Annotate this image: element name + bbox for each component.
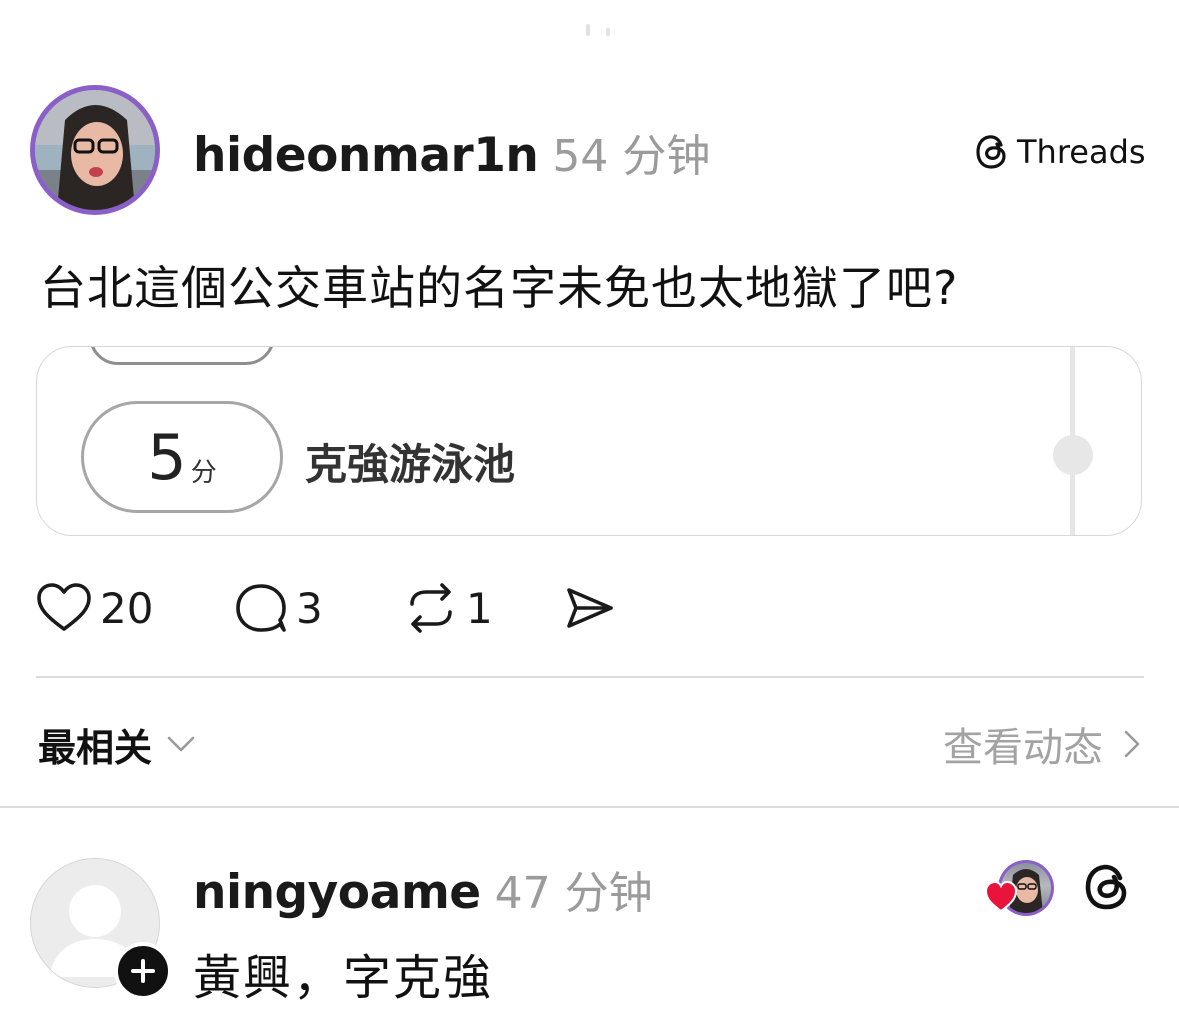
route-stop-dot [1053,435,1093,475]
threads-source-badge[interactable]: Threads [975,132,1146,172]
sort-dropdown[interactable]: 最相关 [38,718,196,770]
threads-logo-icon [976,135,1006,169]
comment-button[interactable]: 3 [234,578,323,638]
view-activity-label: 查看动态 [943,725,1103,771]
profile-photo [35,90,155,210]
previous-stop-pill [89,347,275,365]
reply-author-line: ningyoame 47 分钟 [193,857,653,921]
like-button[interactable]: 20 [36,578,153,638]
top-scroll-indicator [586,24,622,38]
sort-label: 最相关 [38,725,153,770]
repost-count: 1 [466,583,493,633]
divider [0,806,1179,808]
divider [36,676,1144,678]
heart-icon [37,583,91,631]
heart-filled-icon [984,880,1018,913]
chevron-right-icon [1124,730,1140,758]
post-author-username[interactable]: hideonmar1n [193,128,539,183]
plus-icon [131,959,155,983]
reply-body-text: 黃興，字克強 [193,950,494,1006]
post-action-bar: 20 3 1 [36,578,736,638]
post-timestamp: 54 分钟 [552,131,711,182]
author-liked-indicator [984,860,1056,918]
comment-count: 3 [296,583,323,633]
reply-timestamp: 47 分钟 [494,868,653,919]
arrival-minutes-unit: 分 [190,457,217,488]
reply-author-username[interactable]: ningyoame [193,865,481,920]
share-button[interactable] [564,578,616,638]
threads-logo-icon[interactable] [1082,862,1132,912]
threads-source-label: Threads [1017,133,1146,171]
arrival-time-pill: 5 分 [81,401,283,513]
chevron-down-icon [167,736,195,752]
author-avatar[interactable] [30,85,160,215]
repost-icon [410,583,452,633]
arrival-minutes: 5 [147,420,187,494]
post-body-text: 台北這個公交車站的名字未免也太地獄了吧? [40,261,959,315]
bus-stop-name: 克強游泳池 [305,440,516,489]
post-image-card[interactable]: 5 分 克強游泳池 [36,346,1142,536]
view-activity-link[interactable]: 查看动态 [943,718,1141,771]
follow-button[interactable] [114,942,172,1000]
send-paper-plane-icon [567,588,613,628]
repost-button[interactable]: 1 [404,578,493,638]
like-count: 20 [100,583,154,633]
post-author-line: hideonmar1n 54 分钟 [193,120,710,184]
comment-bubble-icon [236,584,286,632]
